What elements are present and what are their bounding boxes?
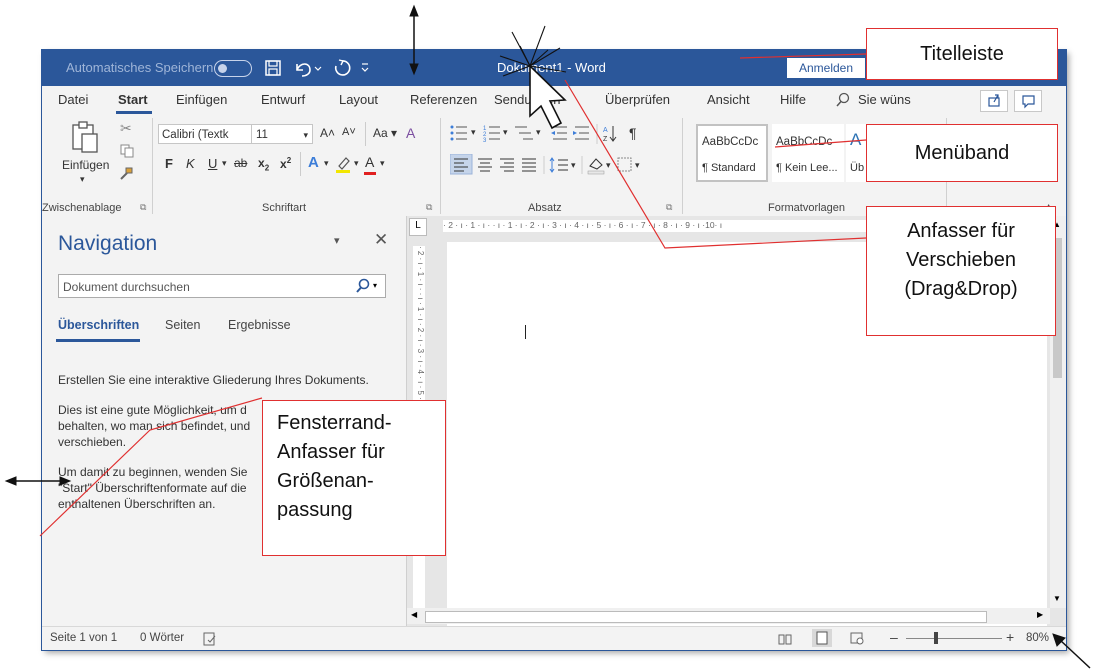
mouse-cursor-icon xyxy=(529,64,567,130)
resize-vertical-arrow-icon xyxy=(409,4,419,76)
callout-ribbon: Menüband xyxy=(866,124,1058,182)
resize-diagonal-arrow-icon xyxy=(1052,633,1091,669)
callout-title-bar: Titelleiste xyxy=(866,28,1058,80)
callout-resize-handle: Fensterrand- Anfasser für Größenan- pass… xyxy=(262,400,446,556)
callout-lines xyxy=(39,53,867,537)
callout-drag-handle: Anfasser für Verschieben (Drag&Drop) xyxy=(866,206,1056,336)
resize-horizontal-arrow-icon xyxy=(4,476,72,486)
